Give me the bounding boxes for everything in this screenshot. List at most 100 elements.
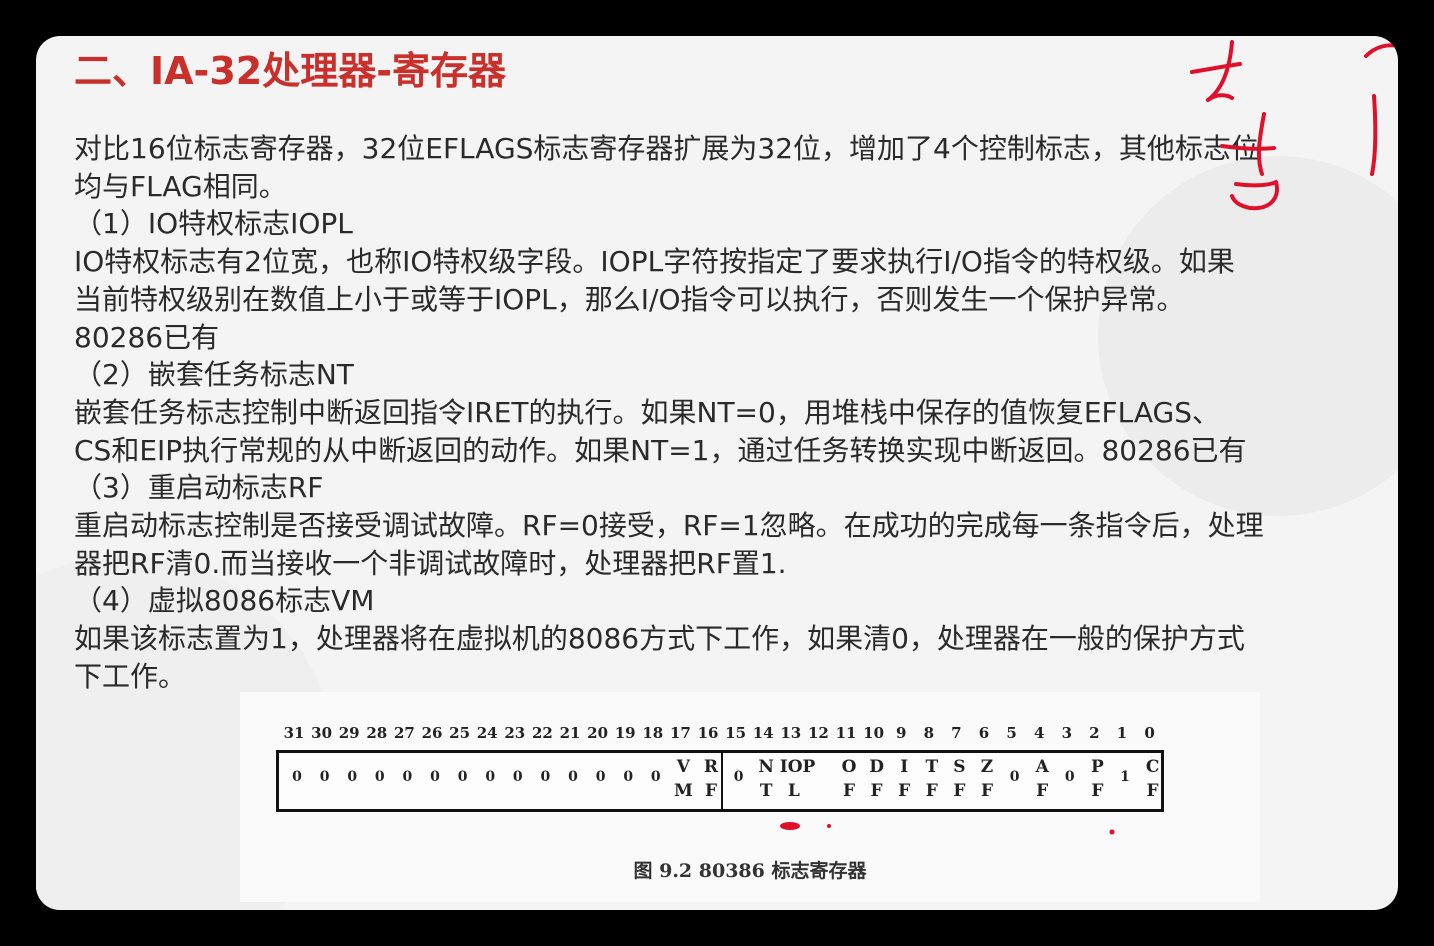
- bit-number: 9: [895, 724, 907, 742]
- flag-label-bottom: F: [1146, 781, 1159, 801]
- flag-label-bottom: F: [925, 781, 938, 801]
- bit-number: 25: [449, 724, 471, 742]
- paragraph-line: 当前特权级别在数值上小于或等于IOPL，那么I/O指令可以执行，否则发生一个保护…: [74, 282, 1185, 316]
- register-bit-cell: AF: [1028, 753, 1056, 809]
- flag-label-top: S: [953, 757, 966, 777]
- bit-number: 14: [752, 724, 774, 742]
- slide: 二、IA-32处理器-寄存器 对比16位标志寄存器，32位EFLAGS标志寄存器…: [36, 36, 1398, 910]
- flag-label-bottom: L: [787, 781, 800, 801]
- paragraph-line: IO特权标志有2位宽，也称IO特权级字段。IOPL字符按指定了要求执行I/O指令…: [74, 245, 1235, 279]
- section-heading-vm: （4）虚拟8086标志VM: [74, 584, 375, 618]
- register-bit-cell: 0: [1056, 753, 1084, 809]
- flag-label-top: O: [841, 757, 857, 777]
- bit-number: 31: [283, 724, 305, 742]
- register-bit-cell: 0: [283, 753, 311, 809]
- bit-number: 10: [863, 724, 885, 742]
- register-bit-cell: SF: [945, 753, 973, 809]
- slide-body: 对比16位标志寄存器，32位EFLAGS标志寄存器扩展为32位，增加了4个控制标…: [74, 130, 1394, 696]
- bit-number: 29: [338, 724, 360, 742]
- bit-value: 0: [402, 769, 413, 785]
- flag-label-bottom: F: [870, 781, 883, 801]
- bit-number: 2: [1089, 724, 1100, 742]
- register-bit-cell: 0: [1001, 753, 1029, 809]
- section-heading-nt: （2）嵌套任务标志NT: [74, 358, 354, 392]
- bit-number: 28: [366, 724, 388, 742]
- bit-number: 26: [421, 724, 443, 742]
- bit-number: 6: [978, 724, 990, 742]
- bit-value: 0: [733, 769, 744, 785]
- bit-number-row: 31 30 29 28 27 26 25 24 23 22 21 20 19 18 17 16 15 14 13 12…: [280, 724, 1170, 748]
- bit-number: 4: [1033, 724, 1045, 742]
- bit-value: 0: [319, 769, 330, 785]
- flag-label-top: T: [925, 757, 939, 777]
- flag-label-top: A: [1035, 757, 1049, 777]
- register-bit-cell: 0: [642, 753, 670, 809]
- register-bit-cell: RF: [697, 753, 725, 809]
- section-heading-rf: （3）重启动标志RF: [74, 471, 324, 505]
- section-heading-iopl: （1）IO特权标志IOPL: [74, 207, 353, 241]
- bit-value: 0: [650, 769, 661, 785]
- eflags-figure: 31 30 29 28 27 26 25 24 23 22 21 20 19 18 17 16 15 14 13 12…: [240, 692, 1260, 902]
- register-bit-cell: 0: [531, 753, 559, 809]
- register-bit-cell: VM: [669, 753, 697, 809]
- register-bit-cell: DF: [863, 753, 891, 809]
- bit-value: 0: [374, 769, 385, 785]
- paragraph-line: 器把RF清0.而当接收一个非调试故障时，处理器把RF置1.: [74, 546, 787, 580]
- bit-number: 16: [697, 724, 719, 742]
- paragraph-line: 下工作。: [74, 659, 187, 693]
- register-bit-cell: 0: [587, 753, 615, 809]
- flag-label-bottom: F: [1036, 781, 1049, 801]
- bit-number: 27: [393, 724, 415, 742]
- bit-value: 0: [292, 769, 302, 785]
- flag-label-top: P: [1090, 757, 1104, 777]
- bit-number: 21: [559, 724, 581, 742]
- flag-label-bottom: F: [842, 781, 856, 801]
- bit-value: 0: [457, 769, 468, 785]
- eflags-register-diagram: 0 0 0 0 0 0 0 0 0 0 0 0 0 0 V M R F 0 N T IOP L O F D F I F T F S F Z F 0 A F…: [276, 750, 1164, 812]
- bit-number: 24: [476, 724, 498, 742]
- bit-number: 11: [835, 724, 857, 742]
- paragraph-line: 如果该标志置为1，处理器将在虚拟机的8086方式下工作，如果清0，处理器在一般的…: [74, 622, 1245, 656]
- flag-label-bottom: F: [898, 781, 911, 801]
- bit-number: 18: [642, 724, 664, 742]
- flag-label-top: N: [758, 757, 774, 777]
- register-bit-cell: 0: [476, 753, 504, 809]
- register-bit-cell: CF: [1139, 753, 1167, 809]
- bit-number: 19: [614, 724, 636, 742]
- bit-value: 1: [1120, 769, 1130, 785]
- register-bit-cell: IOP L: [780, 753, 816, 809]
- bit-number: 0: [1144, 724, 1155, 742]
- bit-number: 7: [951, 724, 962, 742]
- register-bit-cell: 0: [559, 753, 587, 809]
- bit-value: 0: [1064, 769, 1075, 785]
- register-bit-cell: 0: [338, 753, 366, 809]
- paragraph-line: 对比16位标志寄存器，32位EFLAGS标志寄存器扩展为32位，增加了4个控制标…: [74, 132, 1259, 165]
- bit-number: 30: [311, 724, 333, 742]
- bit-value: 0: [485, 769, 496, 785]
- bit-value: 0: [347, 769, 358, 785]
- bit-number: 8: [923, 724, 935, 742]
- bit-value: 0: [595, 769, 606, 785]
- register-bit-cell: 0: [421, 753, 449, 809]
- register-bit-cell: PF: [1083, 753, 1111, 809]
- bit-number: 20: [587, 724, 609, 742]
- register-bit-cell: NT: [752, 753, 780, 809]
- bit-value: 0: [430, 769, 440, 785]
- flag-label-bottom: F: [704, 781, 718, 801]
- slide-title: 二、IA-32处理器-寄存器: [74, 49, 506, 93]
- register-bit-cell: 0: [449, 753, 477, 809]
- bit-number: 23: [504, 724, 526, 742]
- flag-label-top: R: [703, 757, 719, 777]
- flag-label-bottom: T: [759, 781, 773, 801]
- register-bit-cell: IF: [890, 753, 918, 809]
- bit-number: 5: [1006, 724, 1017, 742]
- bit-value: 0: [512, 769, 523, 785]
- bit-number: 17: [669, 724, 691, 742]
- register-bit-cell: [807, 753, 835, 809]
- register-bit-cell: 0: [725, 753, 753, 809]
- bit-number: 22: [531, 724, 553, 742]
- register-bit-cell: OF: [835, 753, 863, 809]
- flag-label-top: Z: [980, 757, 994, 777]
- bit-value: 0: [540, 769, 551, 785]
- register-bit-cell: 0: [366, 753, 394, 809]
